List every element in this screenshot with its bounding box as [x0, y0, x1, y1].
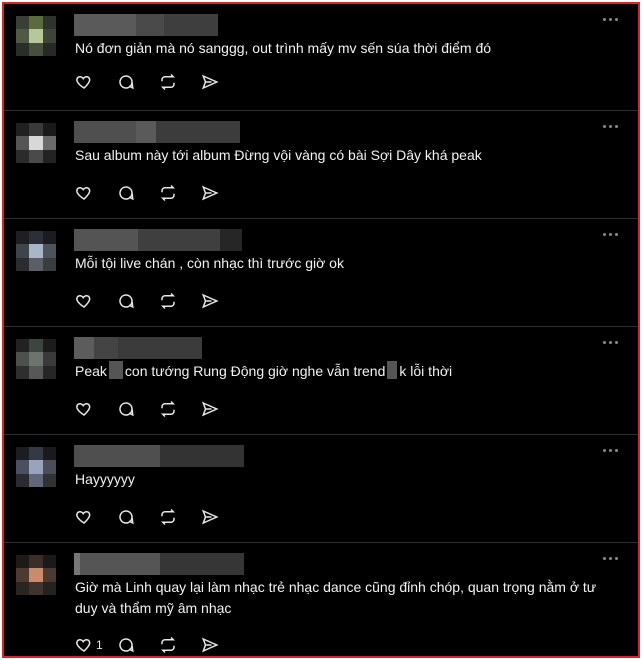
comment-item: Mỗi tội live chán , còn nhạc thì trước g…: [4, 219, 638, 327]
repost-icon[interactable]: [159, 181, 201, 205]
redacted-blur: [108, 361, 123, 379]
comments-panel: Nó đơn giản mà nó sanggg, out trình mấy …: [2, 2, 640, 658]
send-icon[interactable]: [201, 181, 243, 205]
comment-text: Sau album này tới album Đừng vội vàng có…: [75, 147, 482, 163]
username-blurred[interactable]: [74, 553, 244, 575]
comment-bubble-icon[interactable]: [117, 397, 159, 421]
more-options-icon[interactable]: [603, 449, 618, 452]
username-blurred[interactable]: [74, 337, 202, 359]
comment-bubble-icon[interactable]: [117, 633, 159, 656]
avatar[interactable]: [16, 123, 56, 163]
repost-icon[interactable]: [159, 505, 201, 529]
avatar[interactable]: [16, 555, 56, 595]
more-options-icon[interactable]: [603, 557, 618, 560]
comment-bubble-icon[interactable]: [117, 505, 159, 529]
username-blurred[interactable]: [74, 445, 244, 467]
username-blurred[interactable]: [74, 121, 240, 143]
repost-icon[interactable]: [159, 633, 201, 656]
send-icon[interactable]: [201, 397, 243, 421]
username-blurred[interactable]: [74, 14, 218, 36]
comment-item: Hayyyyyy: [4, 435, 638, 543]
comment-bubble-icon[interactable]: [117, 181, 159, 205]
comment-actions: [75, 70, 243, 94]
username-blurred[interactable]: [74, 229, 242, 251]
comment-bubble-icon[interactable]: [117, 289, 159, 313]
heart-icon[interactable]: [75, 70, 117, 94]
heart-icon[interactable]: [75, 505, 117, 529]
like-action[interactable]: 1: [75, 633, 117, 656]
more-options-icon[interactable]: [603, 125, 618, 128]
comment-actions: [75, 289, 243, 313]
comment-text: Mỗi tội live chán , còn nhạc thì trước g…: [75, 255, 344, 271]
comment-text: Giờ mà Linh quay lại làm nhạc trẻ nhạc d…: [75, 579, 597, 616]
avatar[interactable]: [16, 16, 56, 56]
repost-icon[interactable]: [159, 397, 201, 421]
comment-item: Peak con tướng Rung Động giờ nghe vẫn tre…: [4, 327, 638, 435]
avatar[interactable]: [16, 339, 56, 379]
comment-item: Giờ mà Linh quay lại làm nhạc trẻ nhạc d…: [4, 543, 638, 656]
send-icon[interactable]: [201, 289, 243, 313]
comment-text: Hayyyyyy: [75, 471, 135, 487]
comment-text: Peak con tướng Rung Động giờ nghe vẫn tre…: [75, 361, 453, 379]
heart-icon[interactable]: [75, 181, 117, 205]
heart-icon[interactable]: [75, 289, 117, 313]
like-count: 1: [96, 638, 103, 652]
comment-actions: [75, 397, 243, 421]
send-icon[interactable]: [201, 505, 243, 529]
repost-icon[interactable]: [159, 70, 201, 94]
comment-actions: [75, 505, 243, 529]
send-icon[interactable]: [201, 633, 243, 656]
avatar[interactable]: [16, 447, 56, 487]
repost-icon[interactable]: [159, 289, 201, 313]
comment-actions: 1: [75, 633, 243, 656]
more-options-icon[interactable]: [603, 341, 618, 344]
heart-icon[interactable]: [75, 636, 93, 654]
heart-icon[interactable]: [75, 397, 117, 421]
more-options-icon[interactable]: [603, 18, 618, 21]
send-icon[interactable]: [201, 70, 243, 94]
comment-bubble-icon[interactable]: [117, 70, 159, 94]
redacted-blur: [387, 361, 398, 379]
comment-text: Nó đơn giản mà nó sanggg, out trình mấy …: [75, 40, 492, 56]
comment-actions: [75, 181, 243, 205]
more-options-icon[interactable]: [603, 233, 618, 236]
avatar[interactable]: [16, 231, 56, 271]
comment-item: Sau album này tới album Đừng vội vàng có…: [4, 111, 638, 219]
comment-item: Nó đơn giản mà nó sanggg, out trình mấy …: [4, 4, 638, 111]
